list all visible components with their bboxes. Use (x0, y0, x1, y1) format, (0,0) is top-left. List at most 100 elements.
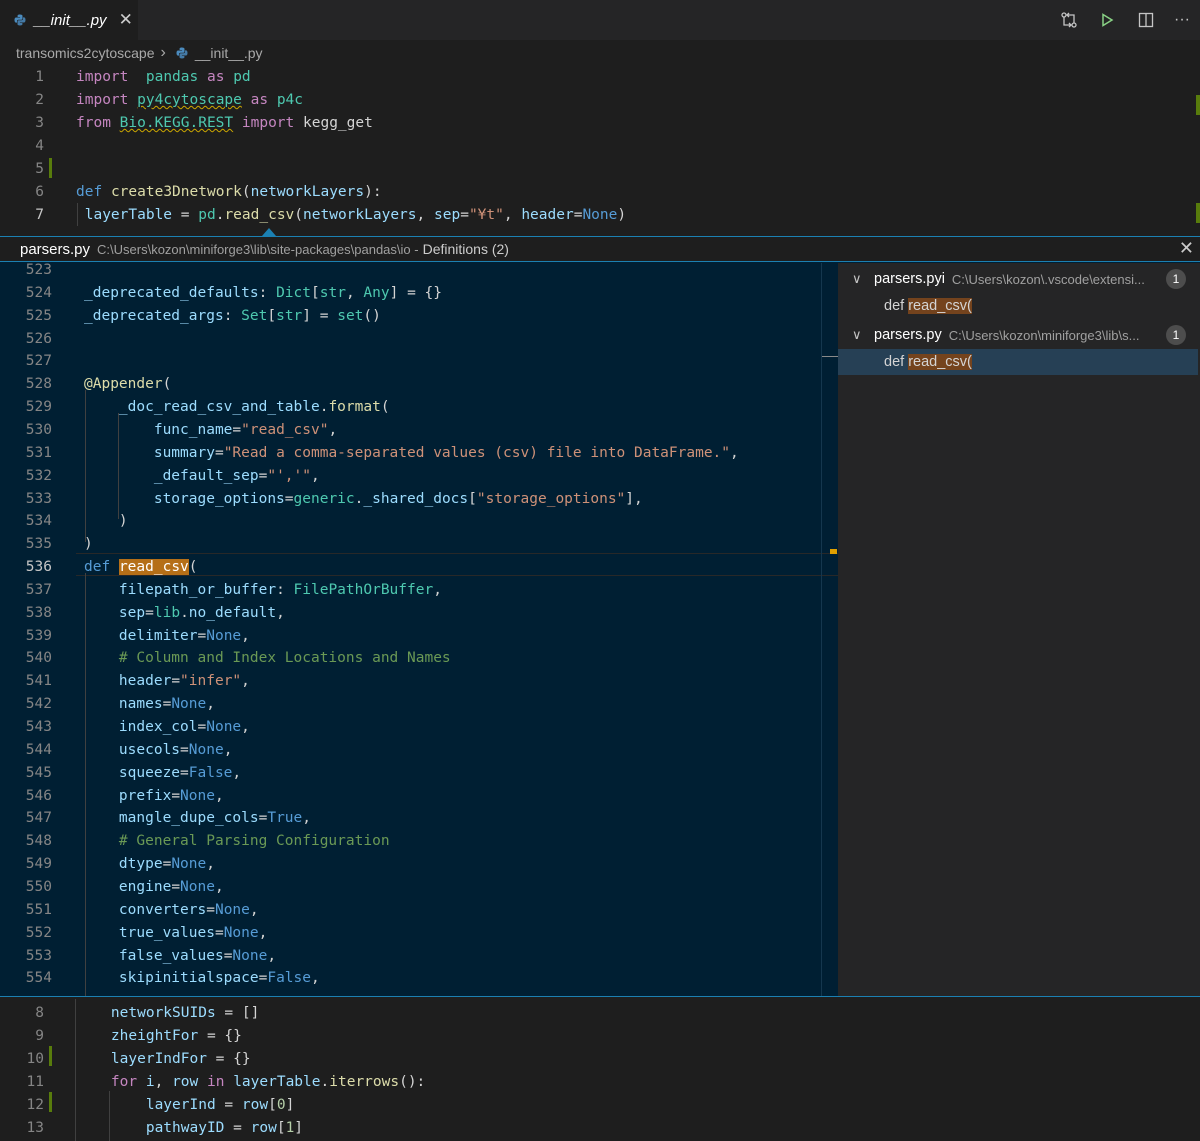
code-line[interactable]: 3 from Bio.KEGG.REST import kegg_get (0, 112, 1200, 135)
code-token: None (232, 947, 268, 964)
code-line[interactable]: 529 _doc_read_csv_and_table.format( (0, 396, 838, 419)
line-code: def read_csv( (84, 556, 198, 579)
code-line[interactable]: 11 for i, row in layerTable.iterrows(): (0, 1071, 1200, 1094)
code-line[interactable]: 554 skipinitialspace=False, (0, 967, 838, 990)
code-line[interactable]: 533 storage_options=generic._shared_docs… (0, 488, 838, 511)
code-line[interactable]: 541 header="infer", (0, 670, 838, 693)
code-token: mangle_dupe_cols (118, 810, 259, 827)
code-line[interactable]: 530 func_name="read_csv", (0, 419, 838, 442)
close-tab-icon[interactable]: ✕ (119, 10, 133, 30)
code-line[interactable]: 548 # General Parsing Configuration (0, 830, 838, 853)
run-icon[interactable] (1097, 10, 1117, 30)
code-line[interactable]: 12 layerInd = row[0] (0, 1094, 1200, 1117)
code-line[interactable]: 13 pathwayID = row[1] (0, 1117, 1200, 1140)
code-line[interactable]: 536 def read_csv( (0, 556, 838, 579)
peek-scrollbar[interactable] (821, 263, 838, 996)
ref-file-group[interactable]: ∨ parsers.pyi C:\Users\kozon\.vscode\exten… (838, 265, 1200, 293)
code-line[interactable]: 525 _deprecated_args: Set[str] = set() (0, 305, 838, 328)
code-token: None (223, 924, 259, 941)
code-line[interactable]: 544 usecols=None, (0, 739, 838, 762)
code-line[interactable]: 551 converters=None, (0, 899, 838, 922)
peek-code-view[interactable]: 523 524 _deprecated_defaults: Dict[str, An… (0, 263, 838, 996)
code-line[interactable]: 534 ) (0, 510, 838, 533)
ref-item[interactable]: def read_csv( (838, 293, 1198, 319)
code-token: None (180, 878, 215, 895)
code-line[interactable]: 547 mangle_dupe_cols=True, (0, 807, 838, 830)
code-line[interactable]: 4 (0, 135, 1200, 158)
code-token: [ (276, 1120, 286, 1136)
code-line[interactable]: 7 layerTable = pd.read_csv(networkLayers… (0, 204, 1200, 227)
tab-init-py[interactable]: __init__.py ✕ (0, 0, 138, 40)
code-token: names (118, 696, 163, 713)
code-line[interactable]: 10 layerIndFor = {} (0, 1048, 1200, 1071)
code-line[interactable]: 545 squeeze=False, (0, 762, 838, 785)
code-line[interactable]: 537 filepath_or_buffer: FilePathOrBuffer… (0, 579, 838, 602)
code-line[interactable]: 540 # Column and Index Locations and Nam… (0, 647, 838, 670)
code-token: [ (311, 284, 320, 301)
code-line[interactable]: 553 false_values=None, (0, 945, 838, 968)
code-token: "','" (267, 467, 311, 484)
chevron-down-icon[interactable]: ∨ (852, 327, 868, 343)
code-line[interactable]: 523 (0, 263, 838, 282)
code-token: None (171, 696, 207, 713)
code-line[interactable]: 538 sep=lib.no_default, (0, 602, 838, 625)
more-actions-icon[interactable]: ··· (1172, 10, 1192, 30)
chevron-down-icon[interactable]: ∨ (852, 271, 868, 287)
code-line[interactable]: 524 _deprecated_defaults: Dict[str, Any] … (0, 282, 838, 305)
code-line[interactable]: 6 def create3Dnetwork(networkLayers): (0, 181, 1200, 204)
code-line[interactable]: 549 dtype=None, (0, 853, 838, 876)
peek-file-path: C:\Users\kozon\miniforge3\lib\site-packa… (97, 241, 419, 257)
ref-file-group[interactable]: ∨ parsers.py C:\Users\kozon\miniforge3\lib… (838, 321, 1200, 349)
code-token: = {} (198, 1028, 242, 1044)
close-peek-icon[interactable]: ✕ (1179, 238, 1194, 259)
code-token: layerInd (145, 1097, 216, 1113)
code-line[interactable]: 542 names=None, (0, 693, 838, 716)
line-code: zheightFor = {} (76, 1025, 242, 1048)
code-line[interactable]: 8 networkSUIDs = [] (0, 1002, 1200, 1025)
code-line[interactable]: 531 summary="Read a comma-separated valu… (0, 442, 838, 465)
code-line[interactable]: 9 zheightFor = {} (0, 1025, 1200, 1048)
scrollbar-marker (822, 356, 838, 357)
code-line[interactable]: 2 import py4cytoscape as p4c (0, 89, 1200, 112)
source-control-compare-icon[interactable] (1059, 10, 1079, 30)
code-line[interactable]: 532 _default_sep="','", (0, 465, 838, 488)
code-token: Bio.KEGG.REST (119, 115, 234, 131)
line-number: 8 (35, 1005, 44, 1021)
code-token: Any (363, 284, 390, 301)
peek-file-name[interactable]: parsers.py (20, 241, 90, 258)
line-code: for i, row in layerTable.iterrows(): (76, 1071, 425, 1094)
editor-bottom[interactable]: 8 networkSUIDs = [] 9 zheightFor = {} 10 l… (0, 999, 1200, 1141)
code-line[interactable]: 539 delimiter=None, (0, 625, 838, 648)
code-line[interactable]: 527 (0, 350, 838, 373)
line-code: squeeze=False, (84, 762, 241, 785)
code-token: 0 (276, 1097, 286, 1113)
line-number: 528 (25, 376, 52, 393)
ref-match: read_csv( (908, 354, 972, 370)
code-line[interactable]: 535) (0, 533, 838, 556)
line-number: 554 (25, 970, 52, 987)
code-line[interactable]: 526 (0, 328, 838, 351)
split-editor-icon[interactable] (1136, 10, 1156, 30)
code-token: , (206, 856, 215, 873)
code-line[interactable]: 1 import pandas as pd (0, 66, 1200, 89)
breadcrumb-folder[interactable]: transomics2cytoscape (16, 45, 155, 61)
line-code: import pandas as pd (76, 66, 251, 89)
code-token: . (180, 604, 189, 621)
code-token: layerTable (233, 1074, 321, 1090)
code-line[interactable]: 543 index_col=None, (0, 716, 838, 739)
code-line[interactable]: 5 (0, 158, 1200, 181)
line-code: networkSUIDs = [] (76, 1002, 259, 1025)
code-line[interactable]: 550 engine=None, (0, 876, 838, 899)
code-line[interactable]: 528 @Appender( (0, 373, 838, 396)
code-line[interactable]: 552 true_values=None, (0, 922, 838, 945)
code-line[interactable]: 546 prefix=None, (0, 785, 838, 808)
ref-item[interactable]: def read_csv( (838, 349, 1198, 375)
breadcrumb-file[interactable]: __init__.py (195, 45, 263, 61)
line-code: converters=None, (84, 899, 259, 922)
